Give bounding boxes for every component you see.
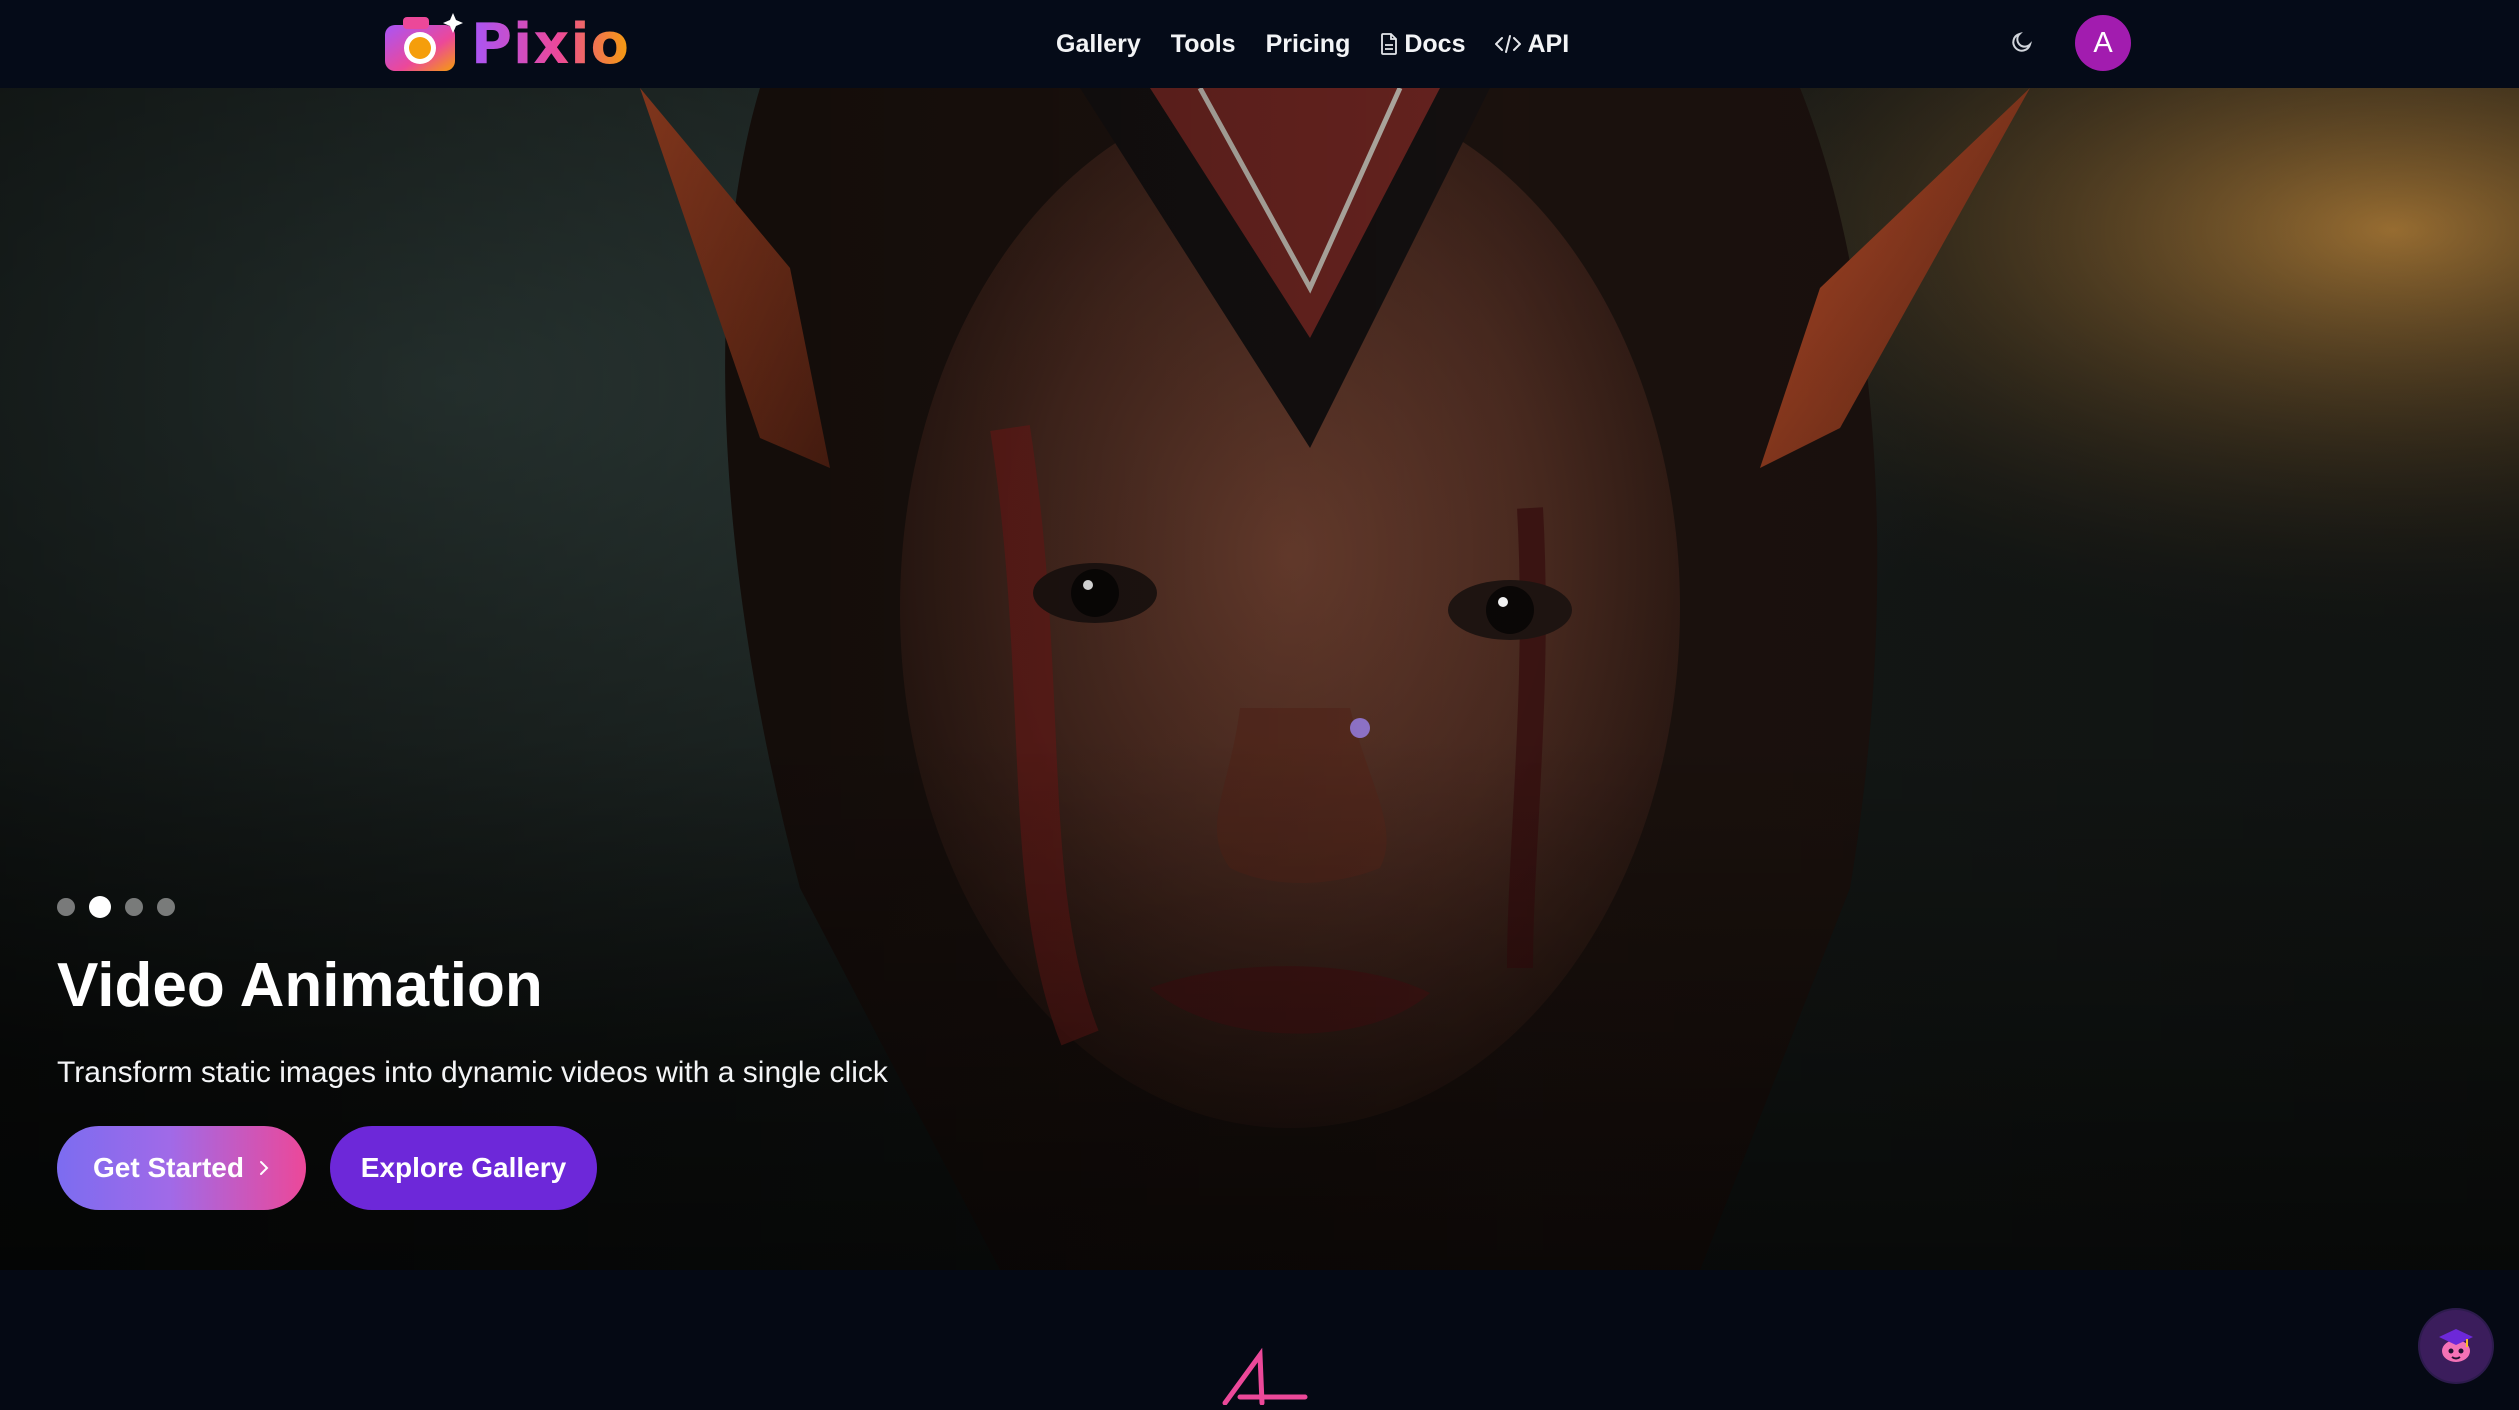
hero-subtitle: Transform static images into dynamic vid…: [57, 1056, 888, 1089]
nav-link-gallery-label: Gallery: [1056, 29, 1141, 58]
document-icon: [1380, 33, 1398, 55]
nav-link-api-label: API: [1527, 29, 1570, 58]
graduation-mascot-icon: [2433, 1321, 2479, 1372]
nav-link-tools-label: Tools: [1170, 29, 1236, 58]
carousel-dot-3[interactable]: [125, 898, 143, 916]
nav-link-pricing[interactable]: Pricing: [1266, 30, 1351, 59]
user-avatar[interactable]: A: [2075, 15, 2131, 71]
brand-name: Pixio: [471, 11, 631, 77]
carousel-dot-2[interactable]: [89, 896, 111, 918]
camera-icon: [383, 11, 463, 78]
theme-toggle-button[interactable]: [2004, 26, 2040, 62]
hero-carousel: Video Animation Transform static images …: [0, 88, 2519, 1270]
nav-link-docs[interactable]: Docs: [1380, 30, 1465, 59]
code-icon: [1495, 34, 1522, 54]
explore-gallery-button[interactable]: Explore Gallery: [330, 1126, 597, 1210]
nav-link-pricing-label: Pricing: [1265, 29, 1351, 58]
nav-link-gallery[interactable]: Gallery: [1056, 30, 1141, 59]
nav-link-docs-label: Docs: [1404, 29, 1466, 58]
avatar-initial: A: [2093, 26, 2113, 59]
hero-title: Video Animation: [57, 951, 543, 1020]
carousel-dot-4[interactable]: [157, 898, 175, 916]
get-started-button[interactable]: Get Started: [57, 1126, 306, 1210]
chevron-right-icon: [258, 1152, 270, 1184]
top-navbar: Pixio Gallery Tools Pricing Docs API A: [0, 0, 2519, 88]
carousel-dot-1[interactable]: [57, 898, 75, 916]
hero-overlay: [0, 88, 2519, 1270]
carousel-indicators: [57, 896, 175, 918]
nav-link-api[interactable]: API: [1495, 30, 1569, 59]
assistant-chat-button[interactable]: [2420, 1310, 2492, 1382]
nav-link-tools[interactable]: Tools: [1171, 30, 1236, 59]
sparkle-icon: [1220, 1345, 1310, 1410]
brand-logo[interactable]: Pixio: [383, 11, 631, 78]
moon-icon: [2010, 30, 2034, 59]
main-nav: Gallery Tools Pricing Docs API: [1056, 0, 1569, 88]
explore-gallery-label: Explore Gallery: [360, 1152, 567, 1183]
get-started-label: Get Started: [93, 1152, 244, 1183]
